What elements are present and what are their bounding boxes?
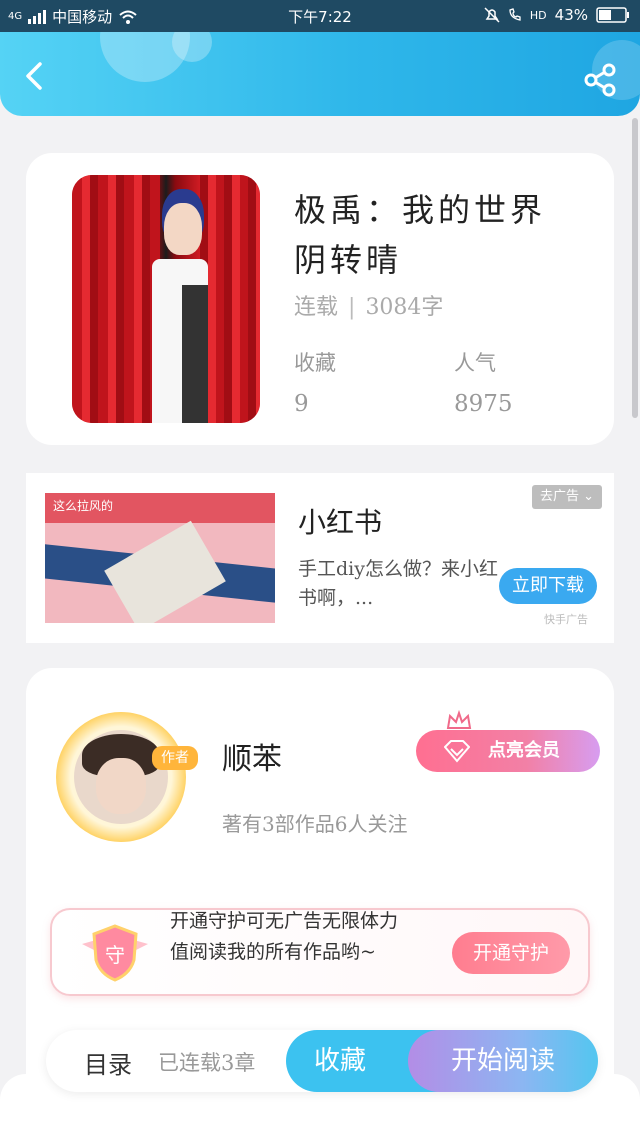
back-arrow-icon[interactable]: [18, 60, 50, 92]
book-meta: 连载 | 3084字: [294, 289, 443, 321]
favorites-value: 9: [294, 391, 309, 417]
avatar: [74, 730, 168, 824]
guard-shield-label: 守: [105, 943, 125, 967]
favorites-label: 收藏: [294, 351, 336, 375]
ad-source: 快手广告: [544, 613, 588, 626]
ad-description: 手工diy怎么做？来小红书啊，...: [298, 558, 498, 609]
ad-image-paper: [104, 520, 226, 623]
cover-curtain-left: [72, 175, 160, 423]
top-header: [0, 32, 640, 116]
ad-image-banner: 这么拉风的: [45, 493, 275, 523]
remove-ad-label: 去广告: [539, 489, 579, 504]
book-status: 连载: [294, 295, 339, 320]
open-guard-button[interactable]: 开通守护: [452, 932, 570, 974]
author-avatar-frame[interactable]: 作者: [56, 712, 198, 842]
cover-person-jacket: [182, 285, 208, 423]
scrollbar[interactable]: [632, 118, 638, 418]
ad-download-button[interactable]: 立即下载: [499, 568, 597, 604]
ad-title: 小红书: [298, 506, 383, 539]
ad-card[interactable]: 这么拉风的 小红书 手工diy怎么做？来小红书啊，... 去广告 ⌄ 立即下载 …: [26, 473, 614, 643]
status-bar: 4G 中国移动 下午7:22 HD 43%: [0, 0, 640, 32]
share-icon[interactable]: [582, 62, 618, 98]
crown-icon: [446, 710, 472, 729]
cover-curtain-right: [200, 175, 260, 423]
book-info-card: 极禹：我的世界阴转晴 连载 | 3084字 收藏 9 人气 8975: [26, 153, 614, 445]
vip-button-label: 点亮会员: [488, 740, 560, 761]
remove-ad-button[interactable]: 去广告 ⌄: [532, 485, 602, 509]
start-reading-button[interactable]: 开始阅读: [408, 1030, 598, 1092]
cover-person-head: [164, 203, 202, 255]
diamond-icon: [444, 740, 470, 763]
mute-bell-icon: [484, 7, 500, 23]
book-cover-image[interactable]: [72, 175, 260, 423]
book-word-count: 3084字: [365, 295, 444, 320]
favorites-stat: 收藏 9: [294, 347, 336, 417]
author-stats: 著有3部作品6人关注: [222, 812, 408, 836]
call-icon: [509, 8, 521, 21]
chapter-count[interactable]: 已连载3章: [158, 1047, 255, 1077]
battery-percent: 43%: [554, 6, 588, 24]
hd-label: HD: [529, 8, 547, 22]
ad-image[interactable]: 这么拉风的: [45, 493, 275, 623]
popularity-stat: 人气 8975: [454, 347, 513, 417]
vip-button[interactable]: 点亮会员: [416, 730, 600, 772]
popularity-label: 人气: [454, 351, 496, 375]
book-title: 极禹：我的世界阴转晴: [294, 191, 547, 279]
author-name: 顺苯: [222, 742, 282, 777]
toc-button[interactable]: 目录: [84, 1045, 132, 1080]
guard-text: 开通守护可无广告无限体力值阅读我的所有作品哟~: [170, 910, 399, 963]
author-badge: 作者: [152, 746, 198, 770]
bottom-action-bar: 目录 已连载3章 收藏 开始阅读: [46, 1030, 598, 1092]
avatar-face: [96, 758, 146, 814]
guard-promo: 守 开通守护可无广告无限体力值阅读我的所有作品哟~ 开通守护: [50, 908, 590, 996]
meta-divider: |: [348, 295, 356, 320]
guard-shield-icon: 守: [82, 924, 148, 982]
battery-icon: [596, 7, 629, 23]
popularity-value: 8975: [454, 391, 513, 417]
